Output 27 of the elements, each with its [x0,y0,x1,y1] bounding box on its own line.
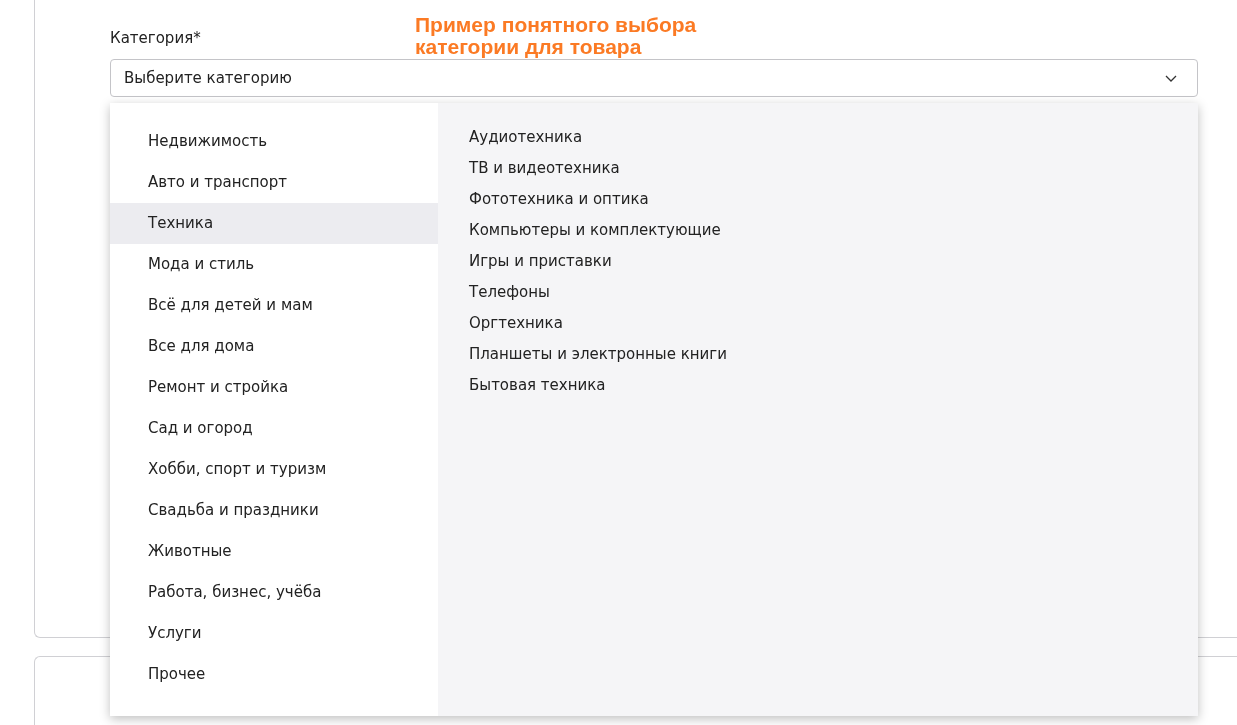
category-item[interactable]: Свадьба и праздники [110,490,438,531]
category-select[interactable]: Выберите категорию [110,59,1198,97]
category-item[interactable]: Животные [110,531,438,572]
category-item[interactable]: Сад и огород [110,408,438,449]
subcategory-item[interactable]: Компьютеры и комплектующие [469,215,721,246]
field-label: Категория* [110,28,201,48]
category-item[interactable]: Всё для детей и мам [110,285,438,326]
category-item[interactable]: Хобби, спорт и туризм [110,449,438,490]
category-item[interactable]: Ремонт и стройка [110,367,438,408]
category-item[interactable]: Прочее [110,654,438,695]
category-item[interactable]: Работа, бизнес, учёба [110,572,438,613]
subcategory-item[interactable]: Оргтехника [469,308,563,339]
category-item[interactable]: Все для дома [110,326,438,367]
subcategory-item[interactable]: Игры и приставки [469,246,612,277]
chevron-down-icon [1165,74,1177,82]
annotation-text: Пример понятного выбора категории для товара [415,14,698,58]
subcategory-item[interactable]: Бытовая техника [469,370,606,401]
subcategory-item[interactable]: Телефоны [469,277,550,308]
subcategory-item[interactable]: Планшеты и электронные книги [469,339,727,370]
category-item[interactable]: Услуги [110,613,438,654]
category-item[interactable]: Техника [110,203,438,244]
category-item[interactable]: Мода и стиль [110,244,438,285]
subcategory-item[interactable]: Фототехника и оптика [469,184,649,215]
category-item[interactable]: Недвижимость [110,121,438,162]
subcategory-item[interactable]: Аудиотехника [469,122,583,153]
subcategory-item[interactable]: ТВ и видеотехника [469,153,620,184]
category-item[interactable]: Авто и транспорт [110,162,438,203]
